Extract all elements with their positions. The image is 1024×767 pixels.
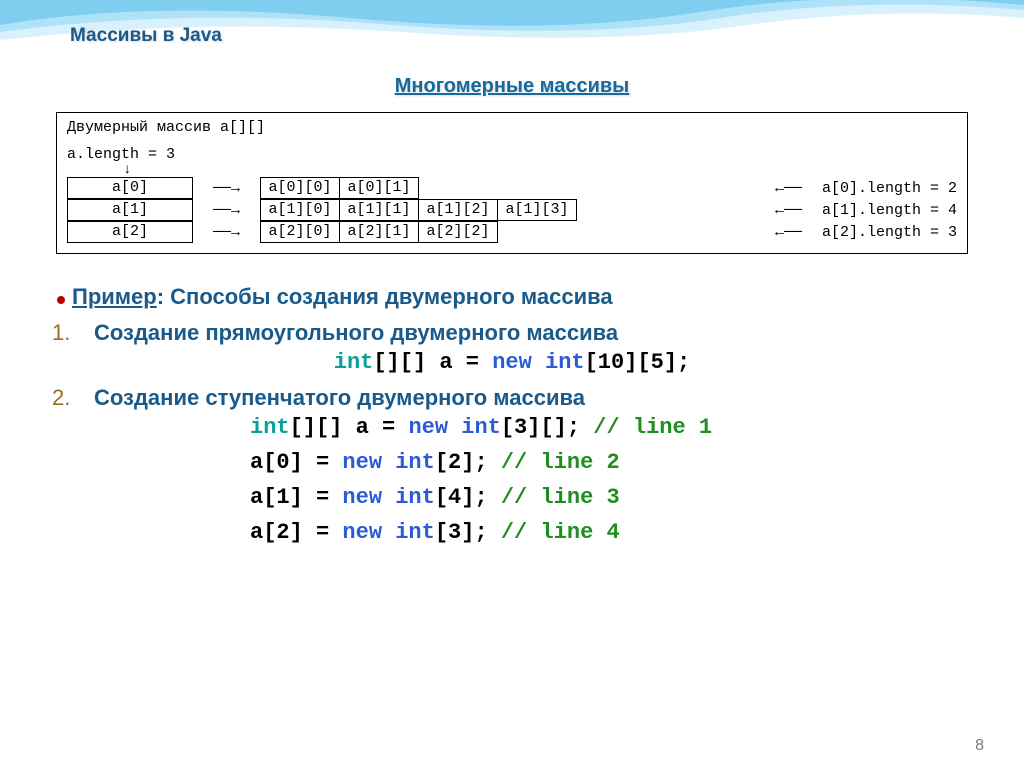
length-label: a[1].length = 4: [822, 202, 957, 219]
matrix-cell: a[1][0]: [260, 199, 340, 221]
bullet-icon: [57, 296, 65, 304]
left-cell: a[1]: [67, 199, 193, 221]
matrix-cell: a[2][1]: [339, 221, 419, 243]
length-expression: a.length = 3: [67, 146, 957, 163]
diagram-row: a[2] ──→ a[2][0] a[2][1] a[2][2] ←── a[2…: [67, 221, 957, 243]
list-item-2: 2. Создание ступенчатого двумерного масс…: [52, 385, 974, 411]
left-cell: a[0]: [67, 177, 193, 199]
code-line: a[2] = new int[3]; // line 4: [250, 520, 974, 545]
matrix-cell: a[1][2]: [418, 199, 498, 221]
arrow-left-icon: ←──: [775, 202, 802, 219]
list-number: 1.: [52, 320, 94, 346]
diagram-row: a[0] ──→ a[0][0] a[0][1] ←── a[0].length…: [67, 177, 957, 199]
arrow-left-icon: ←──: [775, 180, 802, 197]
page-number: 8: [975, 737, 984, 755]
list-item-1: 1. Создание прямоугольного двумерного ма…: [52, 320, 974, 346]
example-label: Пример: [72, 284, 157, 309]
code-line: a[1] = new int[4]; // line 3: [250, 485, 974, 510]
breadcrumb: Массивы в Java: [70, 25, 974, 47]
code-line: int[][] a = new int[3][]; // line 1: [250, 415, 974, 440]
matrix-cell: a[0][0]: [260, 177, 340, 199]
matrix-cell: a[0][1]: [339, 177, 419, 199]
diagram-title: Двумерный массив a[][]: [67, 119, 957, 136]
matrix-cell: a[2][2]: [418, 221, 498, 243]
list-heading: Создание ступенчатого двумерного массива: [94, 385, 585, 411]
matrix-cell: a[1][1]: [339, 199, 419, 221]
arrow-right-icon: ──→: [213, 202, 240, 219]
arrow-right-icon: ──→: [213, 180, 240, 197]
matrix-cell: a[2][0]: [260, 221, 340, 243]
diagram-row: a[1] ──→ a[1][0] a[1][1] a[1][2] a[1][3]…: [67, 199, 957, 221]
code-line: a[0] = new int[2]; // line 2: [250, 450, 974, 475]
section-title: Многомерные массивы: [50, 75, 974, 98]
list-heading: Создание прямоугольного двумерного масси…: [94, 320, 618, 346]
example-text: : Способы создания двумерного массива: [157, 284, 613, 309]
list-number: 2.: [52, 385, 94, 411]
array-diagram: Двумерный массив a[][] a.length = 3 ↓ a[…: [56, 112, 968, 254]
length-label: a[0].length = 2: [822, 180, 957, 197]
left-cell: a[2]: [67, 221, 193, 243]
arrow-left-icon: ←──: [775, 224, 802, 241]
length-label: a[2].length = 3: [822, 224, 957, 241]
arrow-right-icon: ──→: [213, 224, 240, 241]
matrix-cell: a[1][3]: [497, 199, 577, 221]
down-arrow-icon: ↓: [123, 163, 957, 177]
example-bullet: Пример: Способы создания двумерного масс…: [50, 284, 974, 310]
code-line: int[][] a = new int[10][5];: [50, 350, 974, 375]
